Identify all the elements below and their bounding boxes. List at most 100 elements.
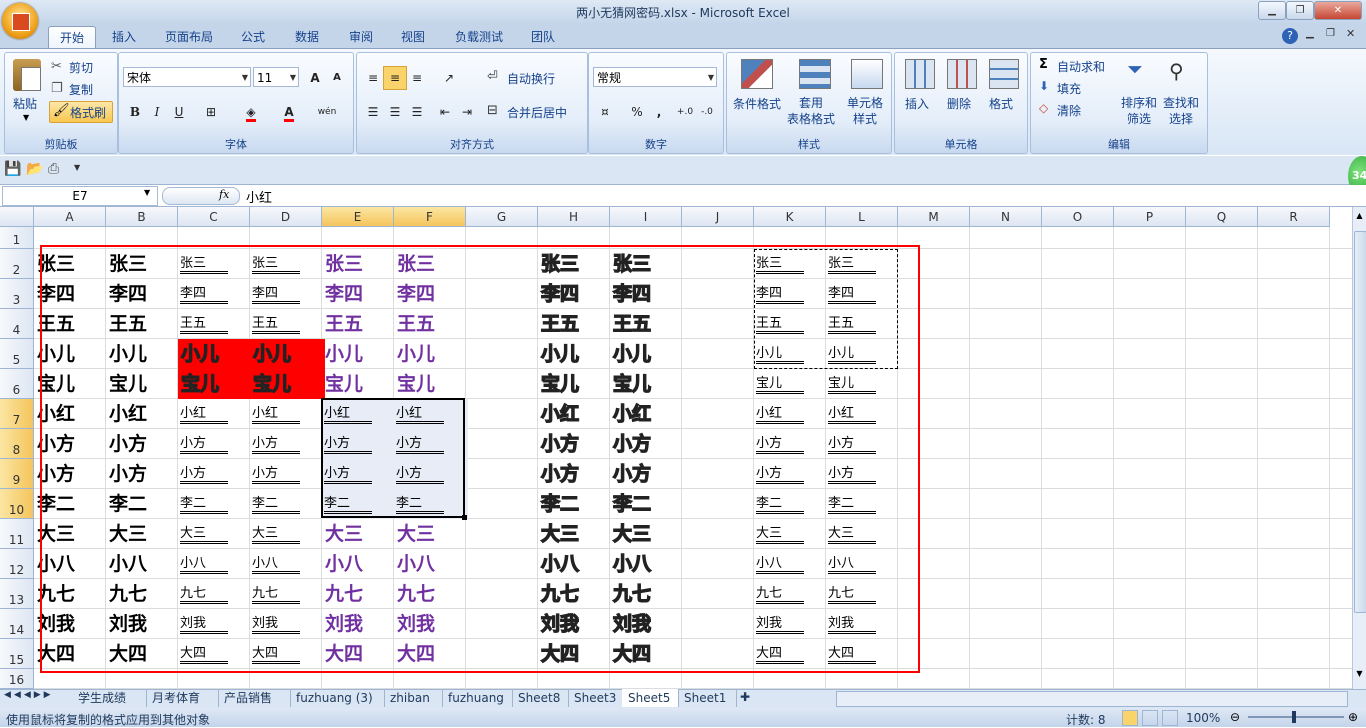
row-header-16[interactable]: 16 <box>0 669 34 689</box>
paste-icon[interactable] <box>13 59 41 91</box>
font-size-select[interactable]: 11 ▼ <box>253 67 299 87</box>
paste-button[interactable]: 粘贴 <box>13 95 37 112</box>
row-header-3[interactable]: 3 <box>0 279 34 309</box>
zoom-level[interactable]: 100% <box>1186 711 1220 725</box>
sheet-tab-3[interactable]: fuzhuang (3) <box>290 689 385 707</box>
minimize-button[interactable]: ▁ <box>1258 1 1286 20</box>
grow-font-button[interactable]: A <box>303 66 327 90</box>
align-bottom-icon[interactable]: ≡ <box>405 66 429 90</box>
decrease-decimal-icon[interactable]: -.0 <box>695 100 719 124</box>
sheet-tab-2[interactable]: 产品销售 <box>218 689 291 707</box>
sheet-tab-1[interactable]: 月考体育 <box>146 689 219 707</box>
tab-load-test[interactable]: 负载测试 <box>444 26 514 48</box>
sheet-tab-8[interactable]: Sheet5 <box>622 689 679 707</box>
paste-dropdown-icon[interactable]: ▼ <box>23 113 29 122</box>
table-format-button[interactable]: 套用 表格格式 <box>787 95 835 127</box>
row-header-11[interactable]: 11 <box>0 519 34 549</box>
vertical-scroll-thumb[interactable] <box>1354 231 1366 613</box>
increase-indent-icon[interactable]: ⇥ <box>455 100 479 124</box>
row-header-6[interactable]: 6 <box>0 369 34 399</box>
zoom-in-icon[interactable]: ⊕ <box>1348 710 1358 724</box>
sort-filter-icon[interactable]: ⏷ <box>1127 57 1143 81</box>
column-header-e[interactable]: E <box>322 207 394 227</box>
ribbon-minimize-icon[interactable]: ▁ <box>1306 28 1314 39</box>
insert-sheet-icon[interactable]: ✚ <box>740 690 750 704</box>
row-header-1[interactable]: 1 <box>0 227 34 249</box>
tab-data[interactable]: 数据 <box>282 26 332 48</box>
column-header-c[interactable]: C <box>178 207 250 227</box>
format-cells-button[interactable]: 格式 <box>989 95 1013 112</box>
cell-styles-icon[interactable] <box>851 59 883 89</box>
align-right-icon[interactable]: ☰ <box>405 100 429 124</box>
print-icon[interactable]: ⎙ <box>48 161 59 177</box>
increase-decimal-icon[interactable]: +.0 <box>673 100 697 124</box>
column-header-g[interactable]: G <box>466 207 538 227</box>
tab-home[interactable]: 开始 <box>48 26 96 49</box>
normal-view-icon[interactable] <box>1122 710 1138 726</box>
column-header-n[interactable]: N <box>970 207 1042 227</box>
orientation-icon[interactable]: ↗ <box>437 66 461 90</box>
zoom-slider[interactable] <box>1248 716 1344 718</box>
sheet-nav-arrows-icon[interactable]: ◀◀◀▶▶ <box>4 690 54 700</box>
bold-button[interactable]: B <box>123 100 147 124</box>
tab-team[interactable]: 团队 <box>520 26 566 48</box>
row-header-4[interactable]: 4 <box>0 309 34 339</box>
delete-cells-button[interactable]: 删除 <box>947 95 971 112</box>
vertical-scrollbar[interactable]: ▲ ▼ <box>1352 207 1366 689</box>
align-left-icon[interactable]: ☰ <box>361 100 385 124</box>
row-header-13[interactable]: 13 <box>0 579 34 609</box>
font-name-select[interactable]: 宋体 ▼ <box>123 67 251 87</box>
font-color-button[interactable]: A <box>277 100 301 124</box>
fill-color-icon[interactable]: ◈ <box>239 100 263 124</box>
help-icon[interactable]: ? <box>1282 28 1298 44</box>
align-center-icon[interactable]: ☰ <box>383 100 407 124</box>
format-painter-button[interactable]: 🖌 格式刷 <box>49 101 113 123</box>
clear-button[interactable]: 清除 <box>1057 102 1081 119</box>
shrink-font-button[interactable]: A <box>325 66 349 90</box>
conditional-format-icon[interactable] <box>741 59 773 89</box>
sheet-tab-9[interactable]: Sheet1 <box>678 689 737 707</box>
office-button[interactable] <box>2 3 38 39</box>
sheet-tab-5[interactable]: fuzhuang <box>442 689 513 707</box>
row-header-5[interactable]: 5 <box>0 339 34 369</box>
name-box[interactable]: E7 <box>2 186 158 206</box>
horizontal-scrollbar[interactable] <box>836 691 1348 707</box>
row-header-15[interactable]: 15 <box>0 639 34 669</box>
row-header-8[interactable]: 8 <box>0 429 34 459</box>
phonetic-button[interactable]: wén <box>315 100 339 124</box>
save-icon[interactable]: 💾 <box>4 161 21 177</box>
sheet-tab-4[interactable]: zhiban <box>384 689 443 707</box>
fill-button[interactable]: 填充 <box>1057 80 1081 97</box>
tab-insert[interactable]: 插入 <box>100 26 148 48</box>
currency-icon[interactable]: ¤ <box>593 100 617 124</box>
column-header-d[interactable]: D <box>250 207 322 227</box>
name-box-dropdown-icon[interactable]: ▼ <box>144 188 150 197</box>
borders-icon[interactable]: ⊞ <box>199 100 223 124</box>
tab-formulas[interactable]: 公式 <box>228 26 278 48</box>
open-folder-icon[interactable]: 📂 <box>26 161 43 177</box>
column-header-r[interactable]: R <box>1258 207 1330 227</box>
close-button[interactable]: ✕ <box>1314 1 1362 20</box>
column-header-a[interactable]: A <box>34 207 106 227</box>
tab-page-layout[interactable]: 页面布局 <box>156 26 222 48</box>
select-all-corner[interactable] <box>0 207 34 227</box>
qat-customize-icon[interactable]: ▼ <box>74 163 80 172</box>
row-header-14[interactable]: 14 <box>0 609 34 639</box>
table-format-icon[interactable] <box>799 59 831 89</box>
sort-filter-button[interactable]: 排序和 筛选 <box>1121 95 1157 127</box>
comma-button[interactable]: , <box>647 100 671 124</box>
page-break-view-icon[interactable] <box>1162 710 1178 726</box>
number-format-select[interactable]: 常规 ▼ <box>593 67 717 87</box>
zoom-slider-handle[interactable] <box>1292 711 1296 723</box>
column-header-h[interactable]: H <box>538 207 610 227</box>
row-header-12[interactable]: 12 <box>0 549 34 579</box>
merge-center-button[interactable]: 合并后居中 <box>507 104 567 121</box>
cut-button[interactable]: 剪切 <box>69 59 93 76</box>
column-header-f[interactable]: F <box>394 207 466 227</box>
copy-button[interactable]: 复制 <box>69 81 93 98</box>
ribbon-restore-icon[interactable]: ❐ <box>1326 28 1335 39</box>
decrease-indent-icon[interactable]: ⇤ <box>433 100 457 124</box>
row-header-10[interactable]: 10 <box>0 489 34 519</box>
row-header-9[interactable]: 9 <box>0 459 34 489</box>
worksheet-grid[interactable]: ABCDEFGHIJKLMNOPQR 1 2 3 4 5 6 7 8 9 10 11 12 13 14 15… <box>0 207 1352 689</box>
